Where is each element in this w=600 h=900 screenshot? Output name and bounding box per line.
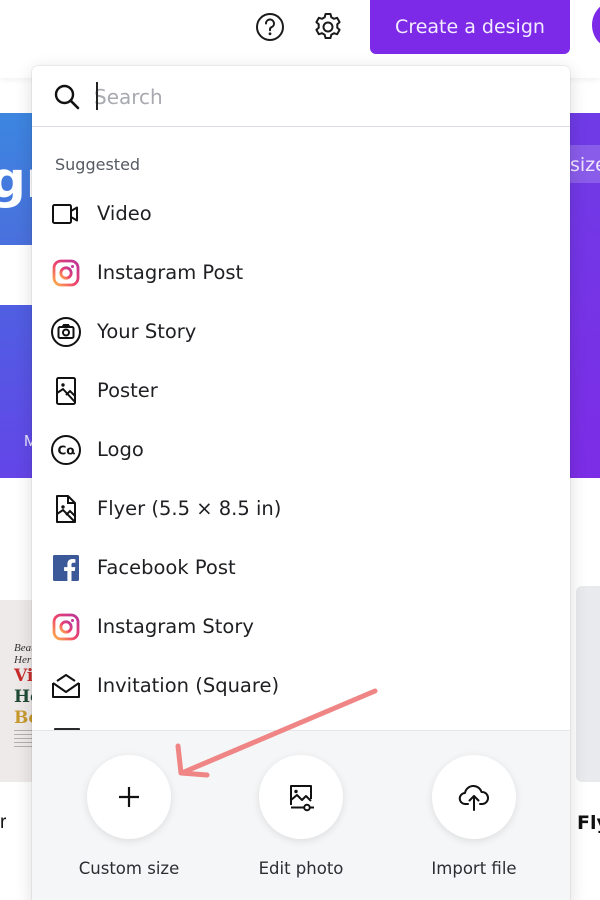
list-item-instagram-story[interactable]: Instagram Story (32, 597, 570, 656)
question-circle-icon (256, 13, 284, 41)
logo-co-icon: Co (50, 434, 82, 466)
cloud-upload-icon (458, 784, 489, 811)
template-label-left: r (0, 812, 7, 833)
template-thumbnail-left[interactable]: Beau Her Vi Ho Bo (0, 600, 34, 782)
search-input[interactable] (94, 80, 534, 114)
quick-actions-footer: Custom size Edit photo Import file (32, 730, 570, 900)
camera-circle-icon (50, 316, 82, 348)
list-item-instagram-post[interactable]: Instagram Post (32, 243, 570, 302)
search-icon (54, 84, 80, 110)
template-label-right: Fly (577, 812, 600, 834)
list-item-video[interactable]: Video (32, 184, 570, 243)
thumbnail-script-text: Beau Her (14, 642, 34, 666)
help-button[interactable] (254, 11, 286, 43)
import-file-label: Import file (431, 859, 517, 878)
list-item-label: Poster (97, 379, 158, 402)
list-item-label: Your Story (97, 320, 197, 343)
template-thumbnail-right[interactable] (576, 586, 600, 782)
search-bar (32, 66, 570, 127)
custom-size-circle[interactable] (87, 755, 171, 839)
edit-photo-button[interactable]: Edit photo (226, 755, 376, 878)
avatar[interactable] (592, 0, 600, 50)
edit-photo-label: Edit photo (258, 859, 344, 878)
list-item-label: Instagram Story (97, 615, 254, 638)
list-item-label: Video (97, 202, 152, 225)
custom-size-chip-text: size (570, 154, 600, 176)
create-design-button[interactable]: Create a design (370, 0, 570, 54)
instagram-icon (50, 611, 82, 643)
flyer-document-icon (50, 493, 82, 525)
list-item-poster[interactable]: Poster (32, 361, 570, 420)
thumbnail-body-lines (14, 730, 34, 748)
list-item-invitation-square[interactable]: Invitation (Square) (32, 656, 570, 715)
plus-icon (119, 787, 139, 807)
envelope-icon (50, 670, 82, 702)
create-design-dropdown: Suggested Video Instagram Post Your Stor… (32, 66, 570, 900)
thumbnail-title-text: Vi Ho Bo (14, 666, 34, 728)
import-file-button[interactable]: Import file (399, 755, 549, 878)
list-item-label: Instagram Post (97, 261, 244, 284)
instagram-icon (50, 257, 82, 289)
suggested-heading: Suggested (55, 155, 141, 174)
facebook-icon (50, 552, 82, 584)
settings-button[interactable] (312, 11, 344, 43)
video-camera-icon (50, 198, 82, 230)
list-item-facebook-post[interactable]: Facebook Post (32, 538, 570, 597)
list-item-your-story[interactable]: Your Story (32, 302, 570, 361)
list-item-flyer[interactable]: Flyer (5.5 × 8.5 in) (32, 479, 570, 538)
custom-size-label: Custom size (78, 859, 180, 878)
poster-image-icon (50, 375, 82, 407)
list-item-label: Invitation (Square) (97, 674, 280, 697)
import-file-circle[interactable] (432, 755, 516, 839)
list-item-label: Flyer (5.5 × 8.5 in) (97, 497, 282, 520)
background-banner-right: size (566, 113, 600, 478)
svg-text:Co: Co (58, 444, 75, 458)
list-item-label: Logo (97, 438, 144, 461)
text-cursor (96, 82, 98, 110)
list-item-label: Facebook Post (97, 556, 236, 579)
edit-photo-circle[interactable] (259, 755, 343, 839)
custom-size-button[interactable]: Custom size (54, 755, 204, 878)
edit-photo-icon (290, 785, 314, 812)
list-item-logo[interactable]: Co Logo (32, 420, 570, 479)
gear-icon (315, 13, 341, 39)
